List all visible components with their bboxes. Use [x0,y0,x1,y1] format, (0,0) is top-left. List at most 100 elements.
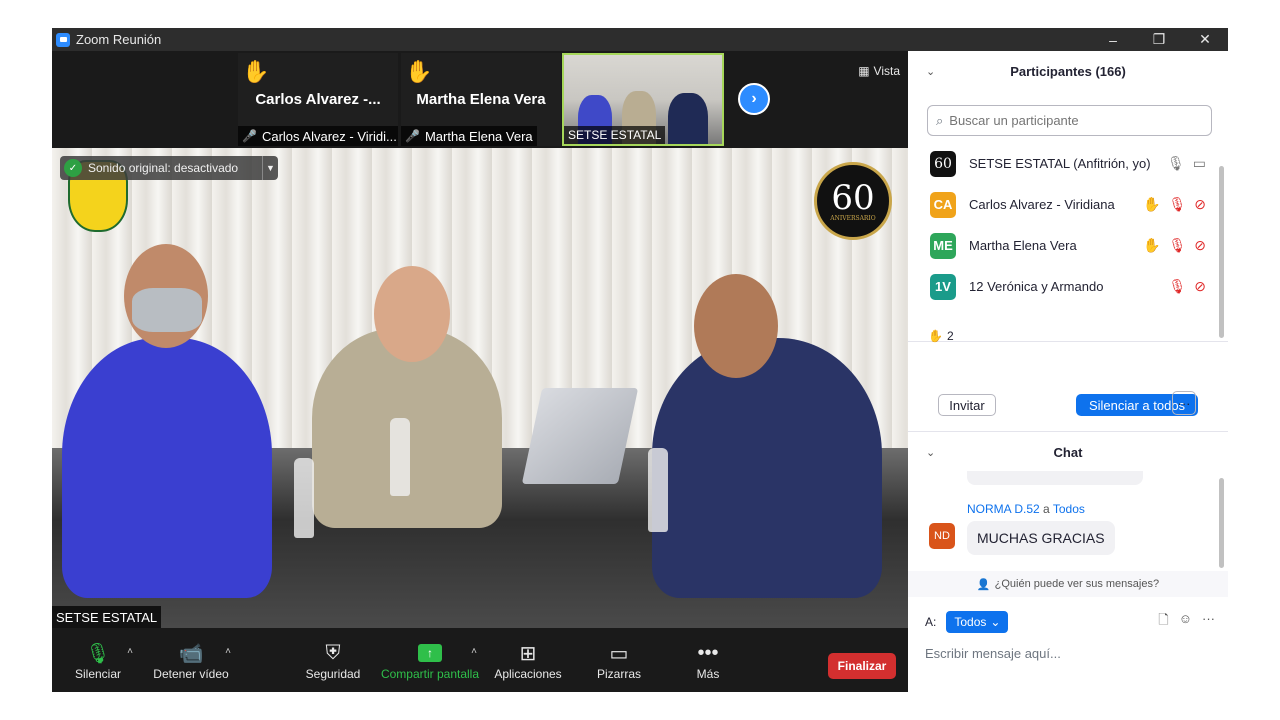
video-name-tag: SETSE ESTATAL [52,606,162,628]
participant-status: ✋ 🎙 ⊘ [1143,196,1206,213]
meeting-toolbar: 🎙 Silenciar ˄ 📹 Detener vídeo ˄ ⛨ Seguri… [52,628,908,692]
security-label: Seguridad [305,667,361,681]
mic-muted-icon: 🎤 [405,129,420,143]
logo-text: ANIVERSARIO [830,214,876,222]
original-sound-toggle[interactable]: ✓ Sonido original: desactivado ▼ [60,156,278,180]
tile-display-name: Martha Elena Vera [416,91,546,108]
tile-name-tag: SETSE ESTATAL [564,126,666,144]
more-dots-icon[interactable]: ··· [1202,611,1215,633]
chat-scrollbar[interactable] [1219,478,1224,568]
next-page-button[interactable]: › [738,83,770,115]
stop-video-button[interactable]: 📹 Detener vídeo [152,628,230,692]
participants-header: ⌄ Participantes (166) [908,51,1228,91]
participants-scrollbar[interactable] [1219,166,1224,338]
chevron-right-icon: › [751,90,757,107]
whiteboard-icon: ▭ [609,642,629,665]
whiteboards-label: Pizarras [596,667,641,681]
participant-tile-martha[interactable]: ✋ Martha Elena Vera 🎤 Martha Elena Vera [401,53,561,146]
gallery-strip: ✋ Carlos Alvarez -... 🎤 Carlos Alvarez -… [52,51,908,148]
recipient-dropdown[interactable]: Todos ⌄ [946,611,1009,633]
avatar: ME [930,232,956,259]
participant-tile-carlos[interactable]: ✋ Carlos Alvarez -... 🎤 Carlos Alvarez -… [238,53,398,146]
security-button[interactable]: ⛨ Seguridad [304,628,362,692]
tile-display-name: Carlos Alvarez -... [255,91,381,108]
participants-more-button[interactable]: ··· [1172,391,1196,415]
chat-to-word: a [1043,502,1050,516]
more-dots-icon: ••• [697,641,719,664]
sound-label: Sonido original: desactivado [88,161,239,175]
participant-name: Martha Elena Vera [969,238,1077,253]
chevron-up-icon: ˄ [471,646,477,657]
share-label: Compartir pantalla [380,667,480,681]
more-button[interactable]: ••• Más [688,628,728,692]
tile-name-tag: 🎤 Martha Elena Vera [401,126,537,146]
chat-sender-line: NORMA D.52 a Todos [967,502,1085,516]
invite-button[interactable]: Invitar [938,394,996,416]
minimize-button[interactable]: – [1090,28,1136,51]
to-label: A: [925,615,937,629]
search-icon: ⌕ [936,112,944,128]
restore-button[interactable]: ❐ [1136,28,1182,51]
chat-header: ⌄ Chat [908,432,1228,472]
video-person-head [374,266,450,362]
zoom-app-icon [56,32,70,47]
participant-row[interactable]: 60 SETSE ESTATAL (Anfitrión, yo) 🎙 ▭ [908,143,1228,184]
tile-tag-label: Carlos Alvarez - Viridi... [261,128,397,144]
participant-status: 🎙 ▭ [1167,155,1206,172]
video-person [652,338,882,598]
share-options-button[interactable]: ˄ [468,628,480,692]
chat-message-input[interactable] [925,643,1215,663]
avatar: ND [929,523,955,549]
mute-button[interactable]: 🎙 Silenciar [70,628,126,692]
shield-check-icon: ✓ [64,159,82,177]
chevron-up-icon: ˄ [225,646,231,657]
video-off-icon: ⊘ [1194,196,1206,212]
microphone-icon: 🎙 [85,642,111,665]
chevron-down-icon[interactable]: ⌄ [926,446,935,459]
video-off-icon: ⊘ [1194,278,1206,294]
audio-options-button[interactable]: ˄ [124,628,136,692]
view-button[interactable]: ▦ Vista [858,61,900,81]
user-lock-icon: 👤 [976,578,991,591]
chevron-down-icon[interactable]: ⌄ [926,65,935,78]
mic-muted-icon: 🎙 [1168,278,1187,294]
participant-row[interactable]: CA Carlos Alvarez - Viridiana ✋ 🎙 ⊘ [908,184,1228,225]
close-button[interactable]: ✕ [1182,28,1228,51]
avatar: CA [930,191,956,218]
video-area: ✋ Carlos Alvarez -... 🎤 Carlos Alvarez -… [52,51,908,628]
chat-recipient[interactable]: Todos [1053,502,1085,516]
previous-chat-bubble [967,471,1143,485]
participant-status: 🎙 ⊘ [1168,278,1206,295]
participant-search-input[interactable] [949,113,1190,128]
file-icon[interactable]: 🗋 [1158,611,1168,633]
whiteboards-button[interactable]: ▭ Pizarras [592,628,646,692]
participant-row[interactable]: ME Martha Elena Vera ✋ 🎙 ⊘ [908,225,1228,266]
participant-row[interactable]: 1V 12 Verónica y Armando 🎙 ⊘ [908,266,1228,307]
water-bottle [648,448,668,532]
side-panel: ⌄ Participantes (166) ⌕ 60 SETSE ESTATAL… [908,51,1228,692]
apps-icon: ⊞ [519,642,537,665]
participant-tile-setse[interactable]: SETSE ESTATAL [562,53,724,146]
apps-label: Aplicaciones [494,667,562,681]
share-screen-button[interactable]: ↑ Compartir pantalla [378,628,482,692]
emoji-icon[interactable]: ☺ [1179,611,1192,633]
who-can-see-label: ¿Quién puede ver sus mensajes? [994,578,1160,590]
tile-name-tag: 🎤 Carlos Alvarez - Viridi... [238,126,398,146]
participant-search-field[interactable]: ⌕ [927,105,1212,136]
tile-tag-label: Martha Elena Vera [424,128,533,144]
apps-button[interactable]: ⊞ Aplicaciones [493,628,563,692]
video-options-button[interactable]: ˄ [222,628,234,692]
title-bar: Zoom Reunión – ❐ ✕ [52,28,1228,51]
video-camera-icon: 📹 [178,642,204,665]
chat-tools: 🗋 ☺ ··· [1158,611,1215,633]
chat-recipient-row: A: Todos ⌄ 🗋 ☺ ··· [925,610,1215,634]
mic-muted-icon: 🎙 [1168,237,1187,253]
video-off-icon: ⊘ [1194,237,1206,253]
end-meeting-button[interactable]: Finalizar [828,653,896,679]
participant-name: 12 Verónica y Armando [969,279,1104,294]
recipient-value: Todos [954,615,987,629]
chat-sender[interactable]: NORMA D.52 [967,502,1040,516]
participant-name: SETSE ESTATAL (Anfitrión, yo) [969,156,1151,171]
who-can-see-link[interactable]: 👤 ¿Quién puede ver sus mensajes? [908,571,1228,597]
chevron-down-icon[interactable]: ▼ [262,156,278,180]
